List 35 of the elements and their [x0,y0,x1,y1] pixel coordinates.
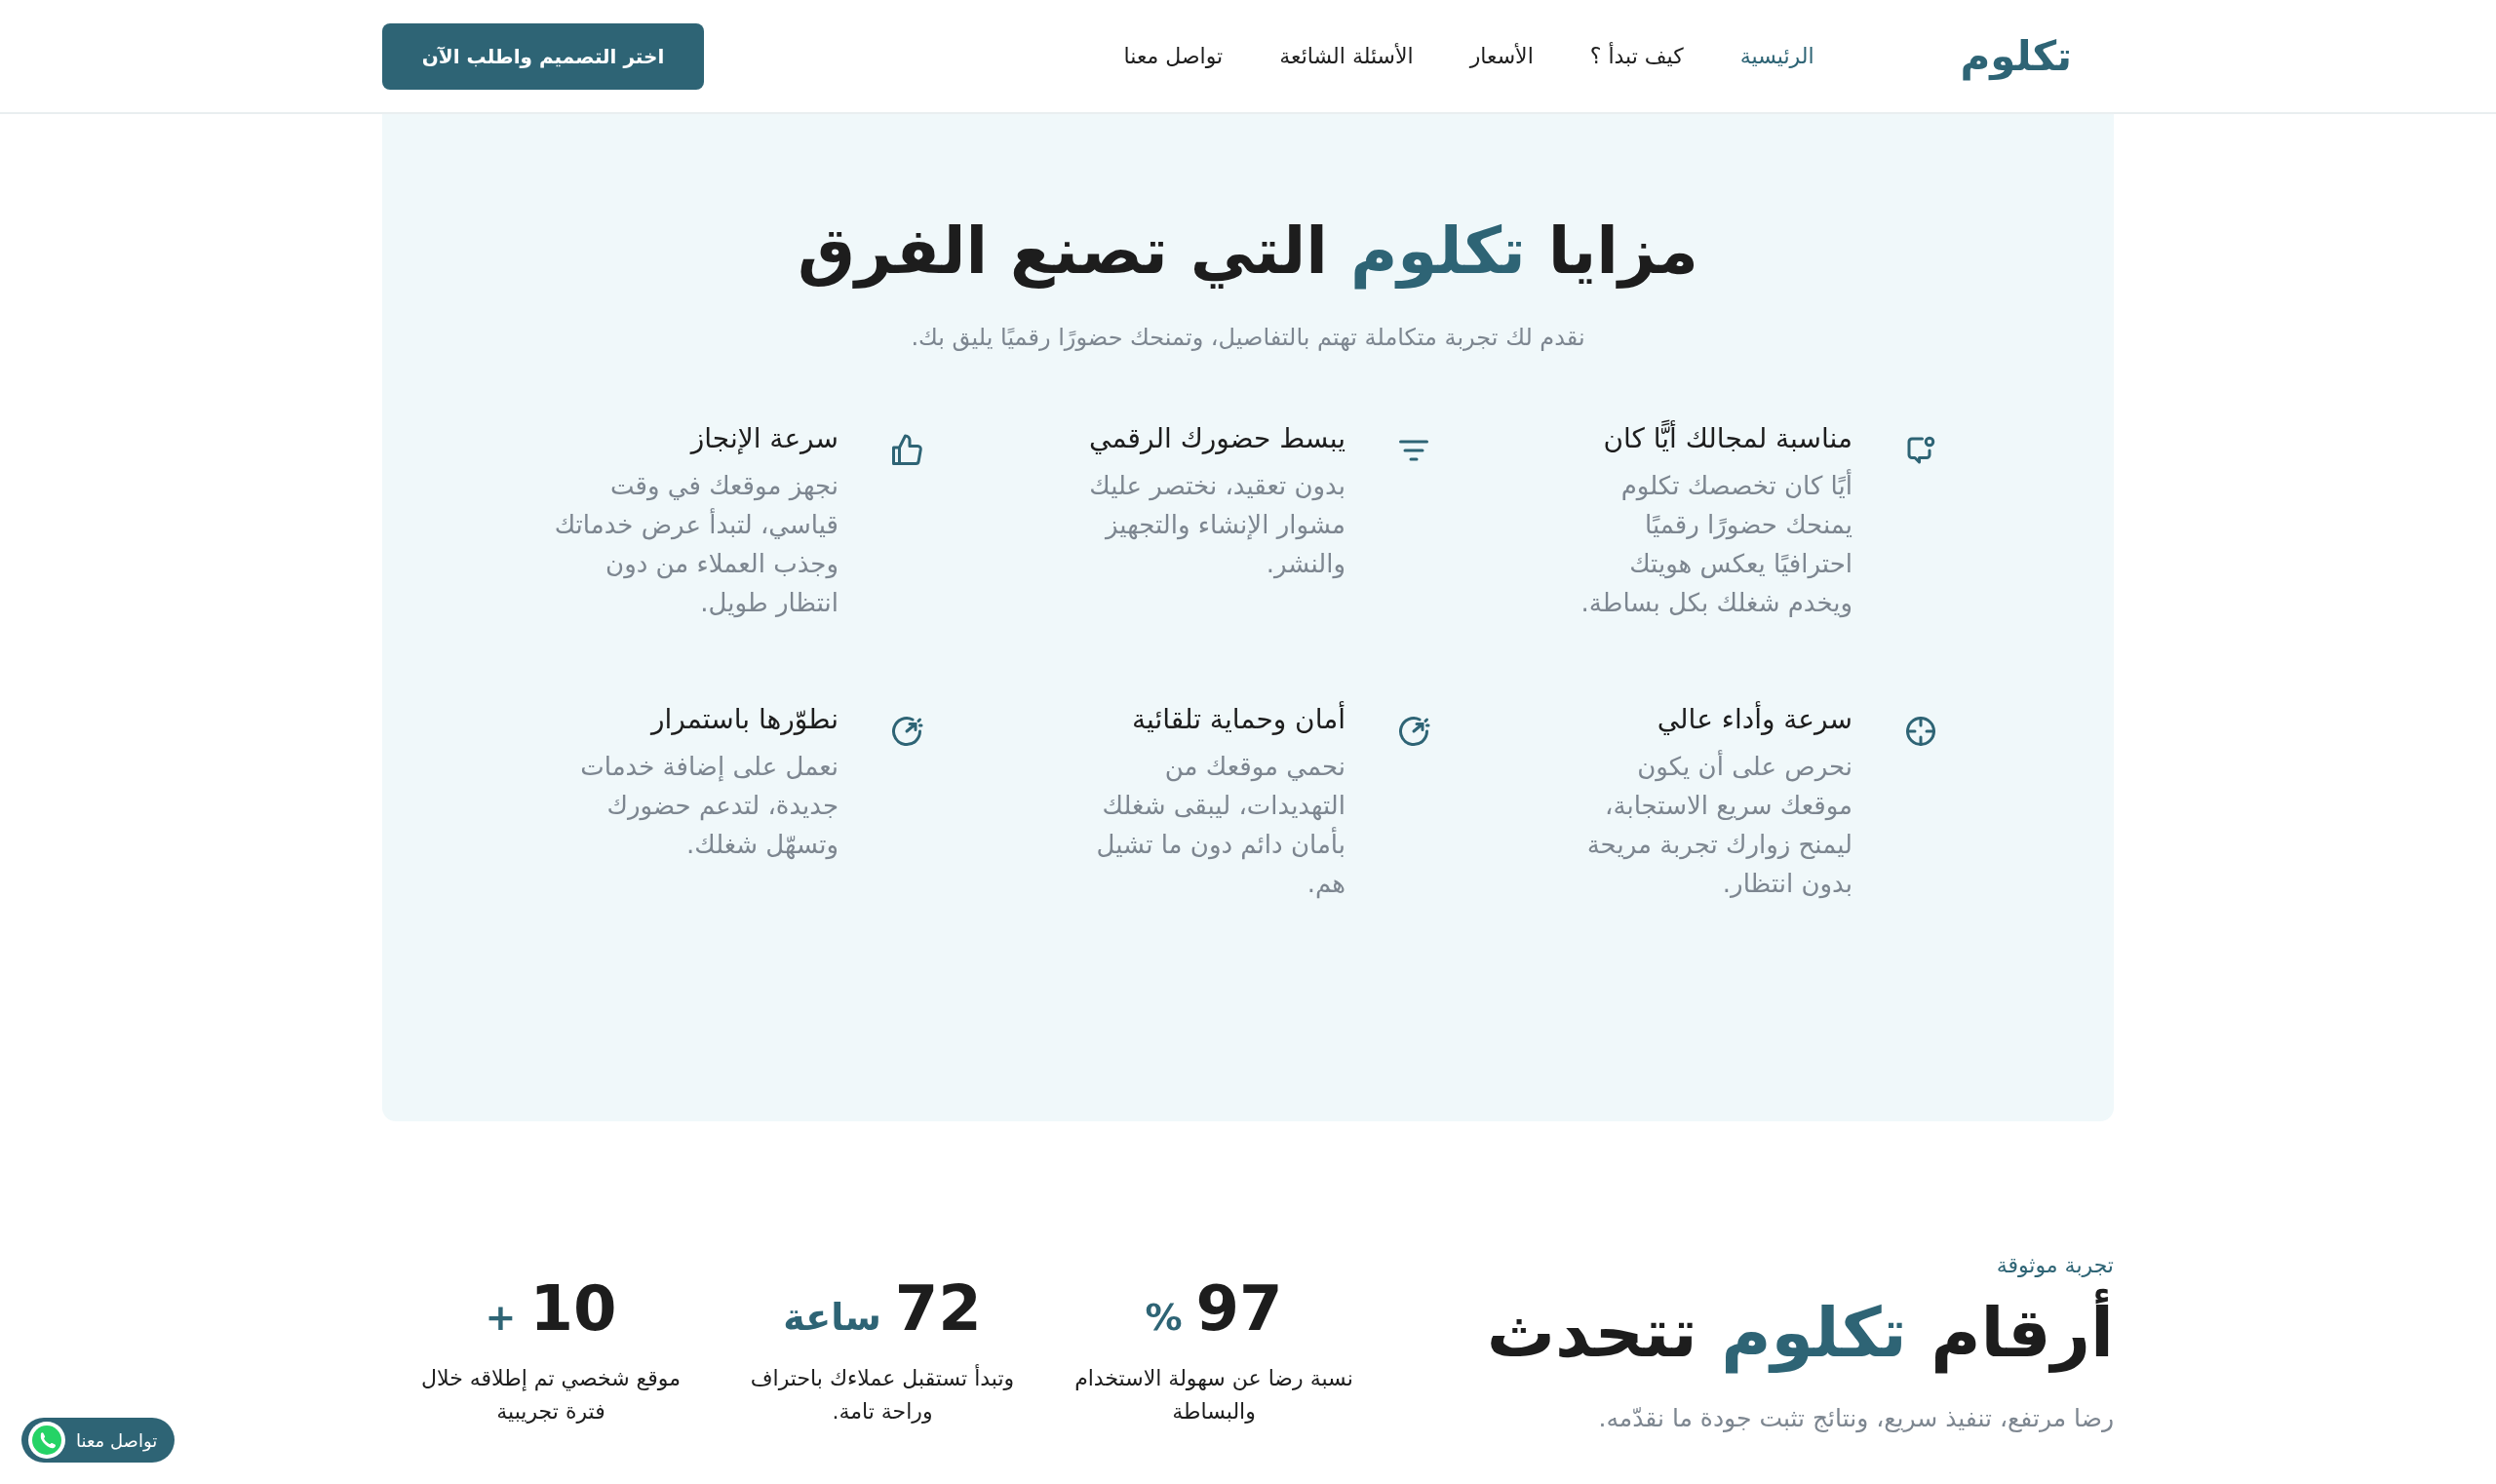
nav-link[interactable]: تواصل معنا [1123,44,1224,68]
stat-caption: موقع شخصي تم إطلاقه خلال فترة تجريبية [420,1365,682,1425]
feature-description: نحمي موقعك من التهديدات، ليبقى شغلك بأمان دائم دون ما تشيل هم. [1095,751,1346,901]
feature-title: نطوّرها باستمرار [648,702,838,738]
eyebrow-text: تجربة موثوقة [1995,1253,2114,1277]
feature-description: نحرص على أن يكون موقعك سريع الاستجابة، ليمنح زوارك تجربة مريحة بدون انتظار. [1585,749,1852,901]
stat-value: 72 [894,1272,982,1345]
nav-link[interactable]: الأسعار [1469,44,1534,68]
stat-caption: نسبة رضا عن سهولة الاستخدام والبساطة [1073,1365,1354,1425]
section-subtitle: رضا مرتفع، تنفيذ سريع، ونتائج تثبت جودة ما نقدّمه. [1597,1404,2114,1432]
feature-title: سرعة الإنجاز [688,421,838,457]
feature-description: أيًا كان تخصصك تكلوم يمنحك حضورًا رقميًا احترافيًا يعكس هويتك ويخدم شغلك بكل بساطة. [1580,468,1852,620]
feature-title: يبسط حضورك الرقمي [1088,421,1346,457]
nav-link[interactable]: الأسئلة الشائعة [1279,44,1414,68]
feature-title: أمان وحماية تلقائية [1130,700,1346,738]
feature-title: مناسبة لمجالك أيًّا كان [1560,419,1852,459]
nav-link[interactable]: كيف تبدأ ؟ [1589,44,1684,68]
section-subtitle: نقدم لك تجربة متكاملة تهتم بالتفاصيل، وتمنحك حضورًا رقميًا يليق بك. [910,324,1586,352]
whatsapp-icon [27,1421,66,1460]
feature-description: نعمل على إضافة خدمات جديدة، لتدعم حضورك وتسهّل شغلك. [579,751,838,862]
stat-value: 10 [529,1272,617,1345]
feature-description: بدون تعقيد، نختصر عليك مشوار الإنشاء والتجهيز والنشر. [1088,470,1346,581]
stat-caption: وتبدأ تستقبل عملاءك باحتراف وراحة تامة. [749,1363,1016,1425]
stat-value: 97 [1195,1272,1283,1345]
whatsapp-button[interactable]: تواصل معنا [21,1418,176,1463]
stat-unit: ساعة [783,1296,881,1339]
feature-description: نجهز موقعك في وقت قياسي، لتبدأ عرض خدماتك وجذب العملاء من دون انتظار طويل. [553,470,838,620]
logo[interactable]: تكلوم [1960,32,2072,80]
nav-link[interactable]: الرئيسية [1739,44,1814,68]
order-button[interactable]: اختر التصميم واطلب الآن [382,22,704,90]
section-heading: مزايا تكلوم التي تصنع الفرق [797,213,1699,292]
stat-unit: + [485,1296,517,1339]
stat-unit: % [1145,1296,1183,1339]
feature-title: سرعة وأداء عالي [1656,700,1852,738]
section-heading: أرقام تكلوم تتحدث [1412,1285,2114,1381]
